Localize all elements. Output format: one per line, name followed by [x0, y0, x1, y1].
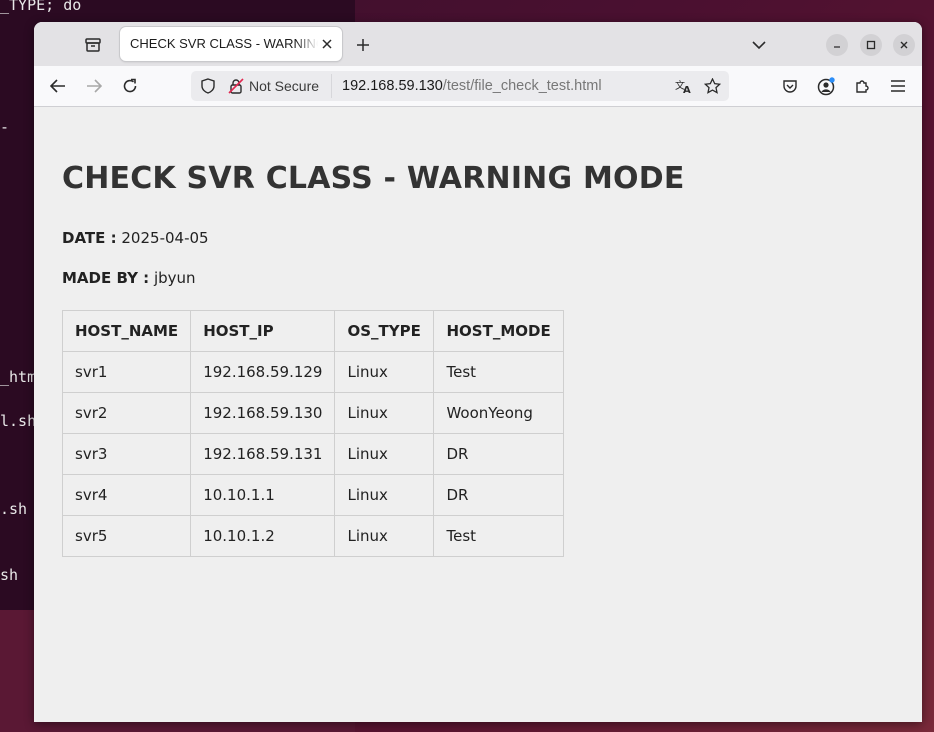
hosts-table: HOST_NAME HOST_IP OS_TYPE HOST_MODE svr1…: [61, 310, 565, 557]
url-bar[interactable]: Not Secure 192.168.59.130/test/file_chec…: [191, 71, 729, 101]
cell-host-name: svr3: [61, 433, 192, 475]
terminal-line: l.sh: [0, 412, 37, 430]
account-icon[interactable]: [816, 76, 836, 96]
cell-os-type: Linux: [334, 433, 435, 475]
cell-host-mode: Test: [433, 351, 565, 393]
made-by-line: MADE BY : jbyun: [62, 269, 196, 287]
terminal-line: _TYPE; do: [0, 0, 82, 14]
terminal-line: sh: [0, 566, 19, 584]
firefox-view-icon[interactable]: [82, 34, 104, 56]
terminal-line: -: [0, 118, 10, 136]
cell-host-ip: 10.10.1.2: [190, 515, 336, 557]
cell-os-type: Linux: [334, 515, 435, 557]
table-row: svr3 192.168.59.131 Linux DR: [61, 433, 565, 475]
close-icon[interactable]: [318, 35, 336, 53]
terminal-line: .sh: [0, 500, 28, 518]
made-by-value: jbyun: [153, 269, 196, 287]
column-header-host-name: HOST_NAME: [61, 310, 192, 352]
cell-host-name: svr1: [61, 351, 192, 393]
hamburger-menu-icon[interactable]: [888, 76, 908, 96]
url-divider: [331, 74, 332, 98]
column-header-os-type: OS_TYPE: [334, 310, 435, 352]
column-header-host-mode: HOST_MODE: [433, 310, 565, 352]
made-by-label: MADE BY :: [62, 269, 150, 287]
cell-host-ip: 192.168.59.129: [190, 351, 336, 393]
forward-arrow-icon[interactable]: [84, 76, 104, 96]
terminal-line: _htm: [0, 368, 37, 386]
cell-host-mode: DR: [433, 433, 565, 475]
cell-host-ip: 192.168.59.130: [190, 392, 336, 434]
star-icon[interactable]: [703, 77, 721, 95]
minimize-icon[interactable]: [826, 34, 848, 56]
cell-os-type: Linux: [334, 351, 435, 393]
tab-bar: CHECK SVR CLASS - WARNING MODE: [34, 22, 922, 66]
not-secure-label: Not Secure: [249, 78, 320, 94]
cell-os-type: Linux: [334, 392, 435, 434]
table-header-row: HOST_NAME HOST_IP OS_TYPE HOST_MODE: [61, 310, 565, 352]
table-row: svr5 10.10.1.2 Linux Test: [61, 515, 565, 557]
date-value: 2025-04-05: [121, 229, 209, 247]
table-row: svr2 192.168.59.130 Linux WoonYeong: [61, 392, 565, 434]
cell-host-name: svr5: [61, 515, 192, 557]
chevron-down-icon[interactable]: [748, 34, 770, 56]
tab-title: CHECK SVR CLASS - WARNING MODE: [130, 36, 318, 51]
cell-host-mode: DR: [433, 474, 565, 516]
table-row: svr4 10.10.1.1 Linux DR: [61, 474, 565, 516]
cell-host-mode: WoonYeong: [433, 392, 565, 434]
tab-active[interactable]: CHECK SVR CLASS - WARNING MODE: [120, 27, 342, 61]
broken-lock-icon[interactable]: [227, 77, 245, 95]
url-path: /test/file_check_test.html: [442, 78, 602, 94]
browser-window: CHECK SVR CLASS - WARNING MODE: [34, 22, 922, 722]
cell-host-ip: 192.168.59.131: [190, 433, 336, 475]
cell-host-mode: Test: [433, 515, 565, 557]
pocket-icon[interactable]: [780, 76, 800, 96]
page-content: CHECK SVR CLASS - WARNING MODE DATE : 20…: [34, 107, 922, 722]
url-text[interactable]: 192.168.59.130/test/file_check_test.html: [342, 77, 602, 95]
shield-icon[interactable]: [199, 77, 217, 95]
cell-host-name: svr2: [61, 392, 192, 434]
column-header-host-ip: HOST_IP: [190, 310, 336, 352]
reload-icon[interactable]: [120, 76, 140, 96]
date-line: DATE : 2025-04-05: [62, 229, 209, 247]
cell-os-type: Linux: [334, 474, 435, 516]
plus-icon[interactable]: [352, 34, 374, 56]
table-row: svr1 192.168.59.129 Linux Test: [61, 351, 565, 393]
navigation-toolbar: Not Secure 192.168.59.130/test/file_chec…: [34, 66, 922, 106]
url-host: 192.168.59.130: [342, 78, 443, 94]
date-label: DATE :: [62, 229, 117, 247]
maximize-icon[interactable]: [860, 34, 882, 56]
svg-text:A: A: [683, 85, 691, 94]
translate-icon[interactable]: 文A: [675, 77, 693, 95]
cell-host-name: svr4: [61, 474, 192, 516]
page-title: CHECK SVR CLASS - WARNING MODE: [62, 161, 685, 196]
puzzle-icon[interactable]: [852, 76, 872, 96]
back-arrow-icon[interactable]: [48, 76, 68, 96]
cell-host-ip: 10.10.1.1: [190, 474, 336, 516]
window-close-icon[interactable]: [893, 34, 915, 56]
